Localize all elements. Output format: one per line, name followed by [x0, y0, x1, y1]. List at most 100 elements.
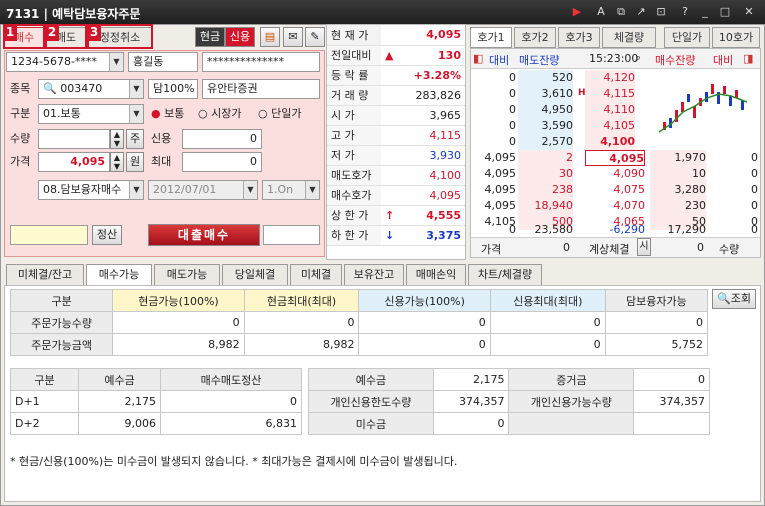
quote-value-text: 130 [438, 48, 461, 62]
bid-qty: 3,280 [650, 182, 706, 198]
print-icon[interactable]: ✉ [283, 27, 303, 47]
ask-qty: 3,610 [518, 86, 573, 102]
detail-value: 374,357 [432, 390, 510, 413]
quote-value: 283,826 [381, 85, 465, 106]
qty-stepper[interactable]: ▲ ▼ [110, 129, 124, 149]
export-icon[interactable]: ▤ [260, 27, 280, 47]
bid-left-qty: 238 [518, 182, 573, 198]
ob-left-icon[interactable]: ◧ [473, 52, 483, 65]
settle-button[interactable]: 정산 [92, 225, 122, 245]
deposit-cell: 0 [159, 390, 303, 413]
tab-orderbook-3[interactable]: 호가3 [558, 27, 600, 48]
bid-price[interactable]: 4,090 [585, 166, 646, 182]
query-button[interactable]: 🔍조회 [712, 289, 756, 309]
detail-value: 0 [432, 412, 510, 435]
bid-qty: 230 [650, 198, 706, 214]
quote-value: ▲ 130 [381, 45, 465, 66]
bottom-tab[interactable]: 매매손익 [406, 264, 466, 286]
bottom-tab[interactable]: 차트/체결량 [468, 264, 542, 286]
bid-qty: 1,970 [650, 150, 706, 166]
play-icon[interactable]: ▶ [570, 5, 584, 19]
price-stepper[interactable]: ▲ ▼ [110, 152, 124, 172]
quote-row: 매도호가 4,100 [327, 165, 465, 186]
loan-buy-button[interactable]: 대출매수 [148, 224, 260, 246]
tab-10-quote[interactable]: 10호가 [712, 27, 760, 48]
quote-row: 하 한 가 ↓ 3,375 [327, 225, 465, 246]
magnifier-icon[interactable]: ⌕ [635, 51, 641, 65]
account-select[interactable]: 1234-5678-**** ▼ [6, 52, 124, 72]
tab-volume[interactable]: 체결량 [602, 27, 656, 48]
ask-price[interactable]: 4,100 [585, 134, 635, 150]
bid-price[interactable]: 4,095 [585, 150, 645, 166]
bid-left-qty: 18,940 [518, 198, 573, 214]
orderbook-footer: 가격 0 계상체결 시 0 수량 [471, 237, 760, 257]
ob-right-icon[interactable]: ◨ [743, 52, 753, 65]
avail-cell: 0 [604, 311, 709, 334]
loan-term-select[interactable]: 1.On ▼ [262, 180, 320, 200]
detail-label: 예수금 [308, 368, 434, 391]
maximize-icon[interactable]: □ [718, 5, 732, 19]
ask-price[interactable]: 4,110 [585, 102, 635, 118]
deposit-row-label: D+2 [9, 412, 80, 435]
price-unit-button[interactable]: 원 [126, 152, 144, 172]
avail-cell: 8,982 [243, 333, 360, 356]
tab-orderbook-1[interactable]: 호가1 [470, 27, 512, 48]
ob-total-left: 0 [509, 223, 516, 236]
stock-code-input[interactable]: 🔍 003470 ▼ [38, 79, 144, 99]
link-icon[interactable]: ⧉ [614, 5, 628, 19]
confirm-input[interactable] [263, 225, 320, 245]
type-select[interactable]: 01.보통 ▼ [38, 104, 144, 124]
badge-1: 1 [3, 24, 17, 41]
ask-price[interactable]: 4,120 [585, 70, 635, 86]
search-icon[interactable]: 🔍 [43, 82, 57, 95]
ask-price[interactable]: 4,115 [585, 86, 635, 102]
ob-foot-calc-button[interactable]: 시 [637, 238, 651, 256]
bottom-tab[interactable]: 매도가능 [154, 264, 220, 286]
radio-market[interactable]: ○ 시장가 [198, 104, 241, 124]
ask-price[interactable]: 4,105 [585, 118, 635, 134]
tab-single-price[interactable]: 단일가 [664, 27, 710, 48]
password-field[interactable]: ************** [202, 52, 320, 72]
arrow-icon: ▲ [385, 48, 394, 62]
loan-type-select[interactable]: 08.담보융자매수 ▼ [38, 180, 144, 200]
close-icon[interactable]: ✕ [742, 5, 756, 19]
radio-normal[interactable]: ● 보통 [151, 104, 184, 124]
font-icon[interactable]: A [594, 5, 608, 19]
quote-label: 등 락 률 [327, 65, 381, 86]
detail-label: 증거금 [508, 368, 635, 391]
cash-toggle[interactable]: 현금 [195, 27, 225, 47]
detail-value [633, 412, 710, 435]
detail-value: 374,357 [633, 390, 710, 413]
bid-ref: 4,095 [484, 167, 517, 180]
quote-value: 4,100 [381, 165, 465, 186]
minimize-icon[interactable]: _ [698, 5, 712, 19]
quote-value: 4,115 [381, 125, 465, 146]
avail-cell: 8,982 [112, 333, 245, 356]
tab-orderbook-2[interactable]: 호가2 [514, 27, 556, 48]
qty-unit-button[interactable]: 주 [126, 129, 144, 149]
bid-price[interactable]: 4,070 [585, 198, 646, 214]
help-icon[interactable]: ? [678, 5, 692, 19]
bottom-tab[interactable]: 보유잔고 [344, 264, 404, 286]
bottom-tab[interactable]: 매수가능 [86, 264, 152, 286]
price-input[interactable]: 4,095 [38, 152, 110, 172]
ask-change: 0 [509, 71, 516, 84]
loan-date-select[interactable]: 2012/07/01 ▼ [148, 180, 258, 200]
bottom-tab[interactable]: 당일체결 [222, 264, 288, 286]
bottom-tab[interactable]: 미체결/잔고 [6, 264, 84, 286]
bottom-tab[interactable]: 미체결 [290, 264, 342, 286]
available-table: 구분 현금가능(100%) 현금최대(최대) 신용가능(100%) 신용최대(최대) 담보… [9, 289, 709, 356]
memo-input[interactable] [10, 225, 88, 245]
quote-value-text: 283,826 [415, 88, 462, 102]
avail-header: 신용최대(최대) [489, 289, 606, 312]
qty-input[interactable] [38, 129, 110, 149]
quote-value: 3,930 [381, 145, 465, 166]
bid-price[interactable]: 4,075 [585, 182, 646, 198]
pin-icon[interactable]: ⊡ [654, 5, 668, 19]
moving-average-line [658, 93, 748, 133]
radio-single[interactable]: ○ 단일가 [258, 104, 301, 124]
popup-icon[interactable]: ↗ [634, 5, 648, 19]
credit-toggle[interactable]: 신용 [225, 27, 255, 47]
candle [711, 84, 714, 94]
settings-icon[interactable]: ✎ [305, 27, 325, 47]
